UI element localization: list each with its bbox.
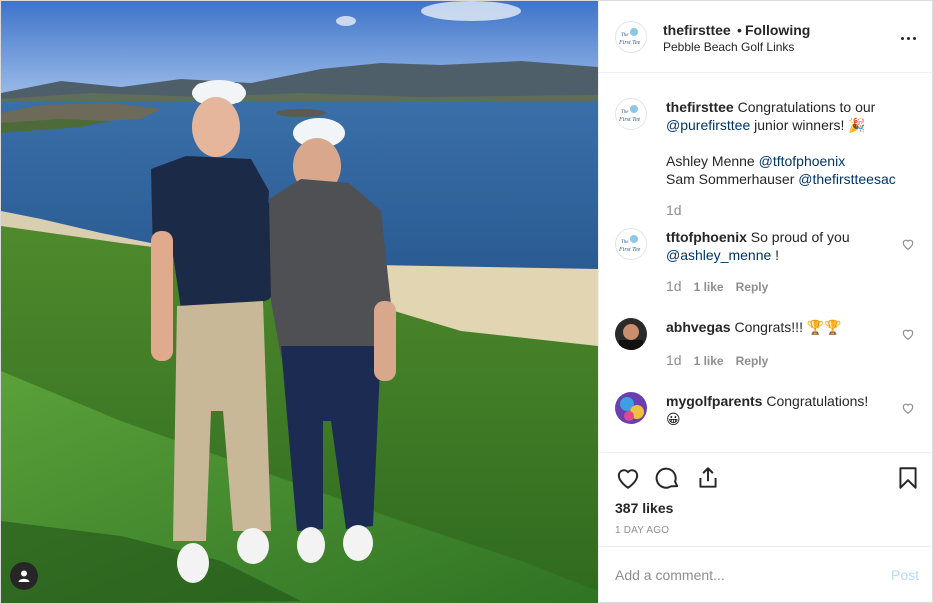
reply-button[interactable]: Reply bbox=[736, 354, 769, 368]
comment-text: tftofphoenix So proud of you @ashley_men… bbox=[666, 229, 850, 263]
comment-text: mygolfparents Congratulations! 😀 bbox=[666, 393, 869, 427]
caption-meta: 1d bbox=[666, 202, 682, 218]
comment-text: abhvegas Congrats!!! 🏆🏆 bbox=[666, 319, 842, 335]
comment-bubble-icon[interactable] bbox=[655, 465, 681, 491]
share-icon[interactable] bbox=[695, 465, 721, 491]
mention-link[interactable]: @purefirsttee bbox=[666, 117, 750, 133]
tagged-user-icon[interactable] bbox=[10, 562, 38, 590]
separator-dot: • bbox=[737, 22, 742, 38]
post-author-username[interactable]: thefirsttee bbox=[663, 22, 731, 38]
post-modal: The First Tee thefirsttee • Following Pe… bbox=[0, 0, 933, 603]
post-comment-button[interactable]: Post bbox=[891, 567, 919, 583]
comment-meta: 1d 1 like Reply bbox=[666, 352, 768, 368]
first-tee-logo-avatar[interactable]: The First Tee bbox=[615, 228, 647, 260]
comment-time[interactable]: 1d bbox=[666, 278, 682, 294]
post-header: The First Tee thefirsttee • Following Pe… bbox=[599, 1, 933, 73]
caption-time[interactable]: 1d bbox=[666, 202, 682, 218]
like-comment-heart-icon[interactable] bbox=[901, 237, 915, 251]
comment-meta: 1d 1 like Reply bbox=[666, 278, 768, 294]
add-comment-input[interactable] bbox=[615, 567, 875, 583]
post-photo[interactable] bbox=[1, 1, 598, 603]
like-comment-heart-icon[interactable] bbox=[901, 327, 915, 341]
svg-text:First Tee: First Tee bbox=[618, 247, 641, 253]
first-tee-logo-avatar[interactable]: The First Tee bbox=[615, 21, 647, 53]
photo-image bbox=[1, 1, 598, 603]
caption-username[interactable]: thefirsttee bbox=[666, 99, 734, 115]
svg-text:First Tee: First Tee bbox=[618, 117, 641, 123]
caption-text: thefirsttee Congratulations to our @pure… bbox=[666, 99, 896, 187]
comment-username[interactable]: mygolfparents bbox=[666, 393, 762, 409]
party-popper-emoji: 🎉 bbox=[848, 117, 866, 133]
user-avatar[interactable] bbox=[615, 318, 647, 350]
comment-likes[interactable]: 1 like bbox=[694, 280, 724, 294]
svg-text:The: The bbox=[621, 110, 629, 115]
bookmark-icon[interactable] bbox=[895, 465, 921, 491]
svg-text:The: The bbox=[621, 33, 629, 38]
more-options-icon[interactable] bbox=[898, 28, 918, 48]
comment-username[interactable]: tftofphoenix bbox=[666, 229, 747, 245]
mention-link[interactable]: @tftofphoenix bbox=[759, 153, 846, 169]
following-button[interactable]: Following bbox=[745, 22, 810, 38]
likes-count[interactable]: 387 likes bbox=[615, 500, 673, 516]
comments-list[interactable]: The First Tee thefirsttee Congratulation… bbox=[599, 74, 933, 452]
comment-likes[interactable]: 1 like bbox=[694, 354, 724, 368]
grinning-emoji: 😀 bbox=[666, 411, 681, 427]
post-actions: 387 likes 1 DAY AGO bbox=[599, 452, 933, 546]
svg-text:The: The bbox=[621, 240, 629, 245]
mention-link[interactable]: @ashley_menne bbox=[666, 247, 771, 263]
user-avatar[interactable] bbox=[615, 392, 647, 424]
like-heart-icon[interactable] bbox=[615, 465, 641, 491]
trophy-emoji: 🏆🏆 bbox=[806, 319, 842, 335]
like-comment-heart-icon[interactable] bbox=[901, 401, 915, 415]
first-tee-logo-avatar[interactable]: The First Tee bbox=[615, 98, 647, 130]
mention-link[interactable]: @thefirstteesac bbox=[798, 171, 895, 187]
post-location[interactable]: Pebble Beach Golf Links bbox=[663, 40, 794, 54]
comment-username[interactable]: abhvegas bbox=[666, 319, 731, 335]
add-comment-bar: Post bbox=[599, 546, 933, 603]
post-timestamp[interactable]: 1 DAY AGO bbox=[615, 525, 669, 536]
comment-time[interactable]: 1d bbox=[666, 352, 682, 368]
reply-button[interactable]: Reply bbox=[736, 280, 769, 294]
post-side-panel: The First Tee thefirsttee • Following Pe… bbox=[598, 1, 933, 603]
svg-text:First Tee: First Tee bbox=[618, 40, 641, 46]
